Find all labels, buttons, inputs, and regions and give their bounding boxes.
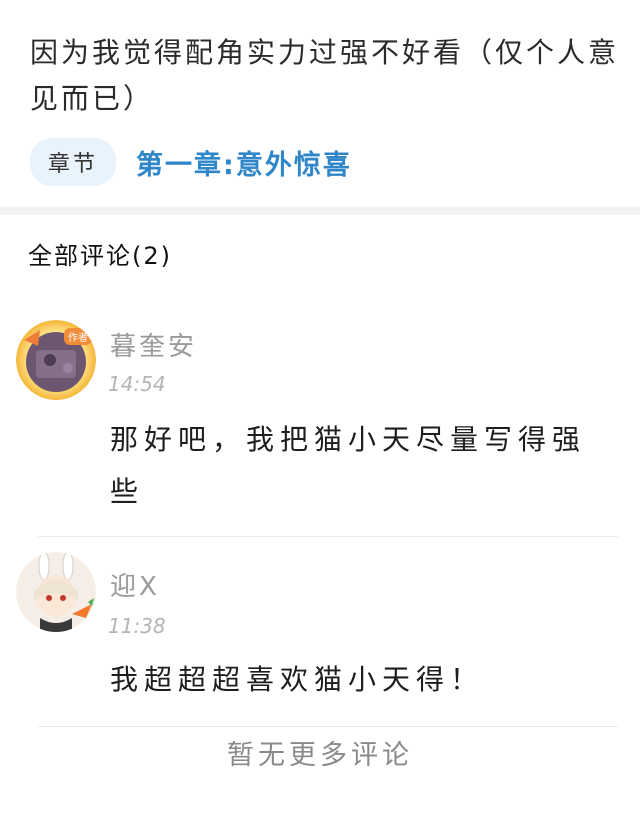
comment-text: 我超超超喜欢猫小天得！ <box>110 663 485 696</box>
comment-author[interactable]: 暮奎安 <box>110 326 197 363</box>
author-badge: 作者 <box>64 328 92 345</box>
comment-divider <box>38 536 618 537</box>
no-more-comments-text: 暂无更多评论 <box>227 740 413 771</box>
comment-time: 11:38 <box>108 614 166 638</box>
comments-header: 全部评论(2) <box>28 242 172 270</box>
comment-author[interactable]: 迎X <box>110 566 160 603</box>
comment-time: 14:54 <box>108 372 166 396</box>
author-avatar[interactable]: 作者 <box>16 320 96 400</box>
section-divider <box>0 207 640 215</box>
chapter-row: 章节 第一章:意外惊喜 <box>30 138 352 186</box>
chapter-link[interactable]: 第一章:意外惊喜 <box>136 143 352 182</box>
chapter-badge: 章节 <box>30 138 117 186</box>
post-body: 因为我觉得配角实力过强不好看（仅个人意见而已） <box>30 30 620 122</box>
post-text: 因为我觉得配角实力过强不好看（仅个人意见而已） <box>30 36 620 115</box>
author-avatar[interactable] <box>16 552 96 632</box>
comment-divider <box>38 726 618 727</box>
comment-text: 那好吧，我把猫小天尽量写得强些 <box>110 423 587 508</box>
